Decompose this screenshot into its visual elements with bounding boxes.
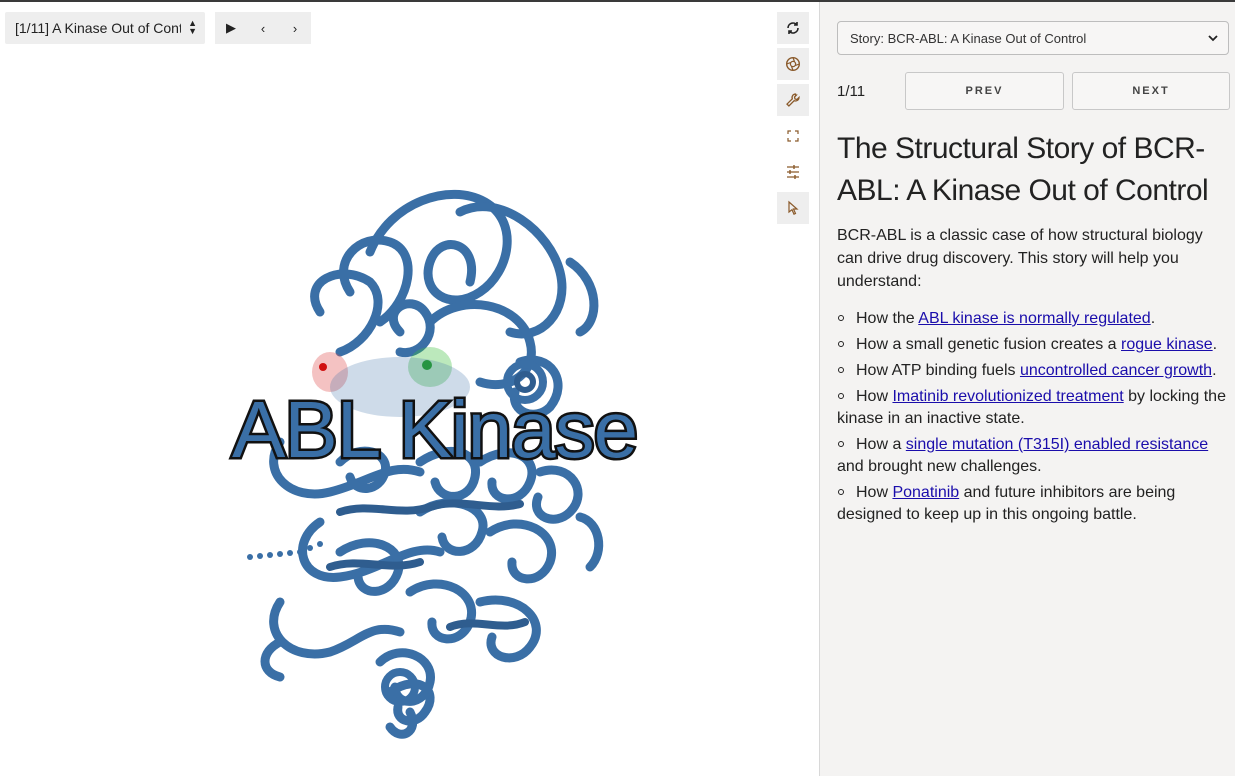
- play-icon: ▶: [226, 20, 236, 35]
- list-item: How a single mutation (T315I) enabled re…: [837, 434, 1232, 478]
- bullet-text: How: [856, 388, 893, 405]
- expand-icon: [787, 130, 799, 142]
- bullet-text: .: [1212, 336, 1218, 353]
- bullet-text: How: [856, 484, 893, 501]
- select-arrows-icon: ▲ ▼: [188, 18, 197, 36]
- list-item: How a small genetic fusion creates a rog…: [837, 334, 1232, 356]
- bullet-text: and brought new challenges.: [837, 458, 1042, 475]
- playback-controls: ▶ ‹ ›: [215, 12, 311, 44]
- screenshot-button[interactable]: [777, 48, 809, 80]
- next-button[interactable]: NEXT: [1072, 72, 1230, 110]
- chevron-left-icon: ‹: [260, 20, 266, 36]
- molecule-viewer[interactable]: [1/11] A Kinase Out of Cont ▲ ▼ ▶ ‹ › AB…: [0, 2, 819, 776]
- cursor-icon: [788, 200, 799, 216]
- story-bullet-list: How the ABL kinase is normally regulated…: [837, 308, 1232, 530]
- previous-snapshot-button[interactable]: ‹: [247, 12, 279, 44]
- bullet-text: .: [1212, 362, 1217, 379]
- story-link[interactable]: Imatinib revolutionized treatment: [892, 388, 1123, 405]
- prev-button[interactable]: PREV: [905, 72, 1064, 110]
- list-item: How the ABL kinase is normally regulated…: [837, 308, 1232, 330]
- play-button[interactable]: ▶: [215, 12, 247, 44]
- sliders-icon: [787, 165, 799, 179]
- screenshot-icon: [785, 56, 801, 72]
- bullet-text: How ATP binding fuels: [856, 362, 1020, 379]
- bullet-text: How a: [856, 436, 906, 453]
- list-item: How ATP binding fuels uncontrolled cance…: [837, 360, 1232, 382]
- list-item: How Ponatinib and future inhibitors are …: [837, 482, 1232, 526]
- story-link[interactable]: uncontrolled cancer growth: [1020, 362, 1212, 379]
- bullet-icon: [838, 340, 844, 347]
- next-snapshot-button[interactable]: ›: [279, 12, 311, 44]
- bullet-icon: [838, 314, 844, 321]
- story-select-value: Story: BCR-ABL: A Kinase Out of Control: [850, 30, 1087, 46]
- list-item: How Imatinib revolutionized treatment by…: [837, 386, 1232, 430]
- bullet-text: How a small genetic fusion creates a: [856, 336, 1122, 353]
- story-panel: Story: BCR-ABL: A Kinase Out of Control …: [819, 2, 1235, 776]
- bullet-icon: [838, 440, 844, 447]
- viewer-toolbar: [777, 12, 809, 228]
- settings-button[interactable]: [777, 156, 809, 188]
- story-link[interactable]: ABL kinase is normally regulated: [918, 310, 1150, 327]
- reset-view-icon: [787, 22, 799, 34]
- wrench-icon: [786, 93, 800, 107]
- story-select[interactable]: Story: BCR-ABL: A Kinase Out of Control: [837, 21, 1229, 55]
- selection-mode-button[interactable]: [777, 192, 809, 224]
- story-link[interactable]: single mutation (T315I) enabled resistan…: [906, 436, 1208, 453]
- snapshot-select-value: [1/11] A Kinase Out of Cont: [15, 20, 181, 36]
- bullet-icon: [838, 488, 844, 495]
- chevron-down-icon: [1208, 35, 1218, 42]
- bullet-text: How the: [856, 310, 919, 327]
- chevron-right-icon: ›: [292, 20, 298, 36]
- reset-view-button[interactable]: [777, 12, 809, 44]
- molecule-label: ABL Kinase: [229, 383, 640, 477]
- snapshot-select[interactable]: [1/11] A Kinase Out of Cont ▲ ▼: [5, 12, 205, 44]
- controls-button[interactable]: [777, 84, 809, 116]
- bullet-icon: [838, 392, 844, 399]
- story-step-counter: 1/11: [837, 83, 866, 100]
- bullet-icon: [838, 366, 844, 373]
- story-title: The Structural Story of BCR-ABL: A Kinas…: [837, 132, 1209, 207]
- fullscreen-button[interactable]: [777, 120, 809, 152]
- bullet-text: .: [1150, 310, 1156, 327]
- story-link[interactable]: Ponatinib: [892, 484, 959, 501]
- story-intro: BCR-ABL is a classic case of how structu…: [837, 227, 1203, 290]
- story-link[interactable]: rogue kinase: [1121, 336, 1213, 353]
